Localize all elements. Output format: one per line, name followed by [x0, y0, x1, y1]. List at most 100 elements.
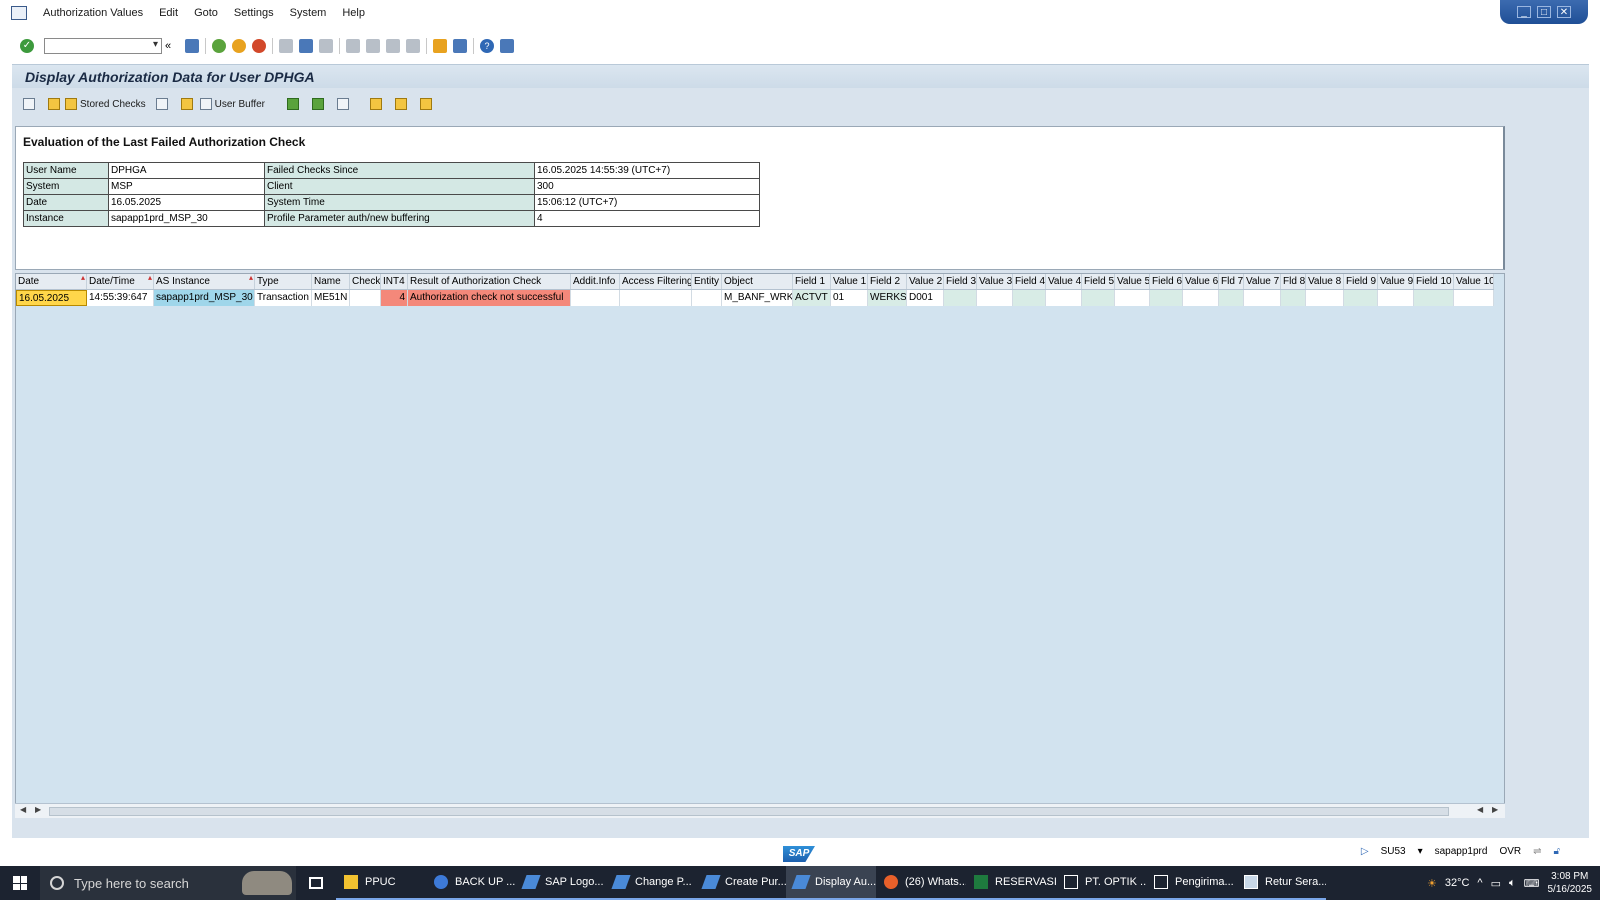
column-header-value4[interactable]: Value 4: [1046, 274, 1082, 289]
column-header-date[interactable]: Date: [16, 274, 87, 289]
sap-menu-icon[interactable]: [11, 6, 27, 20]
column-header-int4[interactable]: INT4: [381, 274, 408, 289]
cell-value1[interactable]: 01: [831, 290, 868, 306]
column-header-fld8[interactable]: Fld 8: [1281, 274, 1306, 289]
maximize-button[interactable]: □: [1537, 6, 1551, 18]
column-header-type[interactable]: Type: [255, 274, 312, 289]
search-highlight-image[interactable]: [238, 866, 296, 900]
taskbar-app-create-po[interactable]: Create Pur...: [696, 866, 786, 900]
column-header-value10[interactable]: Value 10: [1454, 274, 1494, 289]
cell-date[interactable]: 16.05.2025: [16, 290, 87, 306]
column-header-value9[interactable]: Value 9: [1378, 274, 1414, 289]
first-page-icon[interactable]: [346, 39, 360, 53]
cell-int4[interactable]: 4: [381, 290, 408, 306]
exit-icon[interactable]: [232, 39, 246, 53]
start-button[interactable]: [0, 866, 40, 900]
taskbar-app-reservasi[interactable]: RESERVASI...: [966, 866, 1056, 900]
cell-object[interactable]: M_BANF_WRK: [722, 290, 793, 306]
customize-layout-icon[interactable]: [500, 39, 514, 53]
taskbar-search[interactable]: Type here to search: [40, 866, 238, 900]
cell-datetime[interactable]: 14:55:39:647: [87, 290, 154, 306]
command-field[interactable]: [44, 38, 162, 54]
scrollbar-thumb[interactable]: [49, 807, 1449, 816]
column-header-result[interactable]: Result of Authorization Check: [408, 274, 571, 289]
column-header-value6[interactable]: Value 6: [1183, 274, 1219, 289]
column-header-field1[interactable]: Field 1: [793, 274, 831, 289]
column-header-field5[interactable]: Field 5: [1082, 274, 1115, 289]
column-header-value5[interactable]: Value 5: [1115, 274, 1150, 289]
menu-edit[interactable]: Edit: [151, 7, 186, 19]
clock[interactable]: 3:08 PM 5/16/2025: [1548, 870, 1593, 896]
cell-entity[interactable]: [692, 290, 722, 306]
cell-check[interactable]: [350, 290, 381, 306]
cell-field4[interactable]: [1013, 290, 1046, 306]
next-page-icon[interactable]: [386, 39, 400, 53]
menu-system[interactable]: System: [282, 7, 335, 19]
sort-ascending-button[interactable]: [286, 98, 302, 110]
copy-button[interactable]: [155, 98, 171, 110]
taskbar-app-display-auth[interactable]: Display Au...: [786, 866, 876, 900]
column-header-value2[interactable]: Value 2: [907, 274, 944, 289]
create-session-icon[interactable]: [433, 39, 447, 53]
column-header-field10[interactable]: Field 10: [1414, 274, 1454, 289]
chevron-up-icon[interactable]: ^: [1477, 877, 1482, 889]
cell-field9[interactable]: [1344, 290, 1378, 306]
new-button[interactable]: [48, 98, 63, 110]
taskbar-app-sap-logon[interactable]: SAP Logo...: [516, 866, 606, 900]
column-header-name[interactable]: Name: [312, 274, 350, 289]
close-button[interactable]: ✕: [1557, 6, 1571, 18]
temperature[interactable]: 32°C: [1445, 877, 1470, 889]
insert-mode[interactable]: OVR: [1499, 846, 1521, 857]
cell-value2[interactable]: D001: [907, 290, 944, 306]
scroll-right-icon[interactable]: ▶: [35, 805, 41, 814]
user-buffer-button[interactable]: User Buffer: [199, 98, 265, 110]
keyboard-icon[interactable]: ⌨: [1524, 877, 1540, 890]
layout-button[interactable]: [369, 98, 385, 110]
menu-settings[interactable]: Settings: [226, 7, 282, 19]
cancel-icon[interactable]: [252, 39, 266, 53]
cell-name[interactable]: ME51N: [312, 290, 350, 306]
taskbar-app-backup[interactable]: BACK UP ...: [426, 866, 516, 900]
cell-field2[interactable]: WERKS: [868, 290, 907, 306]
menu-goto[interactable]: Goto: [186, 7, 226, 19]
menu-authorization-values[interactable]: Authorization Values: [35, 7, 151, 19]
weather-icon[interactable]: ☀: [1427, 877, 1437, 890]
taskbar-app-ppuc[interactable]: PPUC: [336, 866, 426, 900]
column-header-access-filtering[interactable]: Access Filtering: [620, 274, 692, 289]
collapse-arrow-icon[interactable]: «: [165, 39, 179, 53]
cell-value10[interactable]: [1454, 290, 1494, 306]
volume-icon[interactable]: 🔈︎: [1509, 877, 1516, 890]
stored-checks-button[interactable]: Stored Checks: [65, 98, 146, 110]
column-header-field4[interactable]: Field 4: [1013, 274, 1046, 289]
column-header-check[interactable]: Check: [350, 274, 381, 289]
find-icon[interactable]: [299, 39, 313, 53]
column-header-addit-info[interactable]: Addit.Info: [571, 274, 620, 289]
back-icon[interactable]: [212, 39, 226, 53]
cell-value8[interactable]: [1306, 290, 1344, 306]
cell-value9[interactable]: [1378, 290, 1414, 306]
cell-type[interactable]: Transaction: [255, 290, 312, 306]
cell-result[interactable]: Authorization check not successful: [408, 290, 571, 306]
cell-access-filtering[interactable]: [620, 290, 692, 306]
column-header-value3[interactable]: Value 3: [977, 274, 1013, 289]
play-icon[interactable]: ▷: [1361, 846, 1369, 857]
column-header-as-instance[interactable]: AS Instance: [154, 274, 255, 289]
cell-fld7[interactable]: [1219, 290, 1244, 306]
column-header-value7[interactable]: Value 7: [1244, 274, 1281, 289]
taskbar-app-retur[interactable]: Retur Sera...: [1236, 866, 1326, 900]
filter-button[interactable]: [336, 98, 352, 110]
taskbar-app-pengiriman[interactable]: Pengirima...: [1146, 866, 1236, 900]
column-header-field2[interactable]: Field 2: [868, 274, 907, 289]
column-header-value1[interactable]: Value 1: [831, 274, 868, 289]
print-icon[interactable]: [279, 39, 293, 53]
column-header-entity[interactable]: Entity: [692, 274, 722, 289]
help-icon[interactable]: ?: [480, 39, 494, 53]
enter-check-icon[interactable]: ✓: [20, 39, 34, 53]
cell-fld8[interactable]: [1281, 290, 1306, 306]
cell-field10[interactable]: [1414, 290, 1454, 306]
column-header-field6[interactable]: Field 6: [1150, 274, 1183, 289]
transaction-code[interactable]: SU53: [1381, 846, 1406, 857]
taskbar-app-pt-optik[interactable]: PT. OPTIK ...: [1056, 866, 1146, 900]
scroll-right-end-icon[interactable]: ▶: [1492, 805, 1498, 814]
scroll-left-icon[interactable]: ◀: [20, 805, 26, 814]
